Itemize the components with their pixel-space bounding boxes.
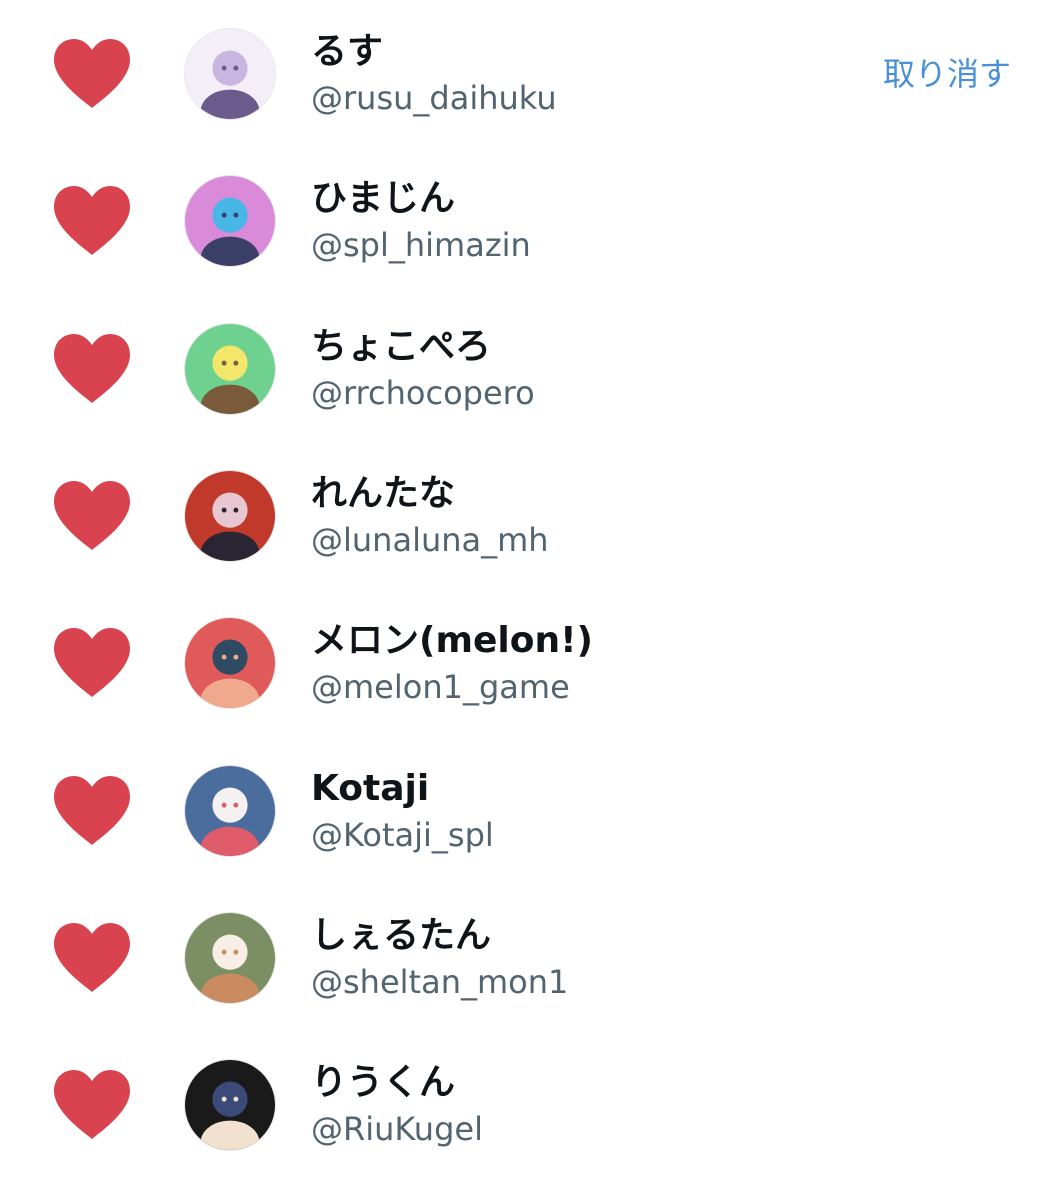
heart-icon[interactable] [52,775,132,847]
user-name[interactable]: ひまじん [311,177,455,221]
user-handle[interactable]: @sheltan_mon1 [311,962,568,1002]
heart-icon[interactable] [52,922,132,994]
user-row[interactable]: れんたな @lunaluna_mh [0,442,1057,589]
user-name[interactable]: りうくん [311,1061,455,1105]
heart-icon[interactable] [52,38,132,110]
heart-icon[interactable] [52,185,132,257]
user-name[interactable]: メロン(melon!) [311,619,593,663]
user-name[interactable]: るす [311,30,383,74]
user-row[interactable]: りうくん @RiuKugel [0,1031,1057,1178]
user-handle[interactable]: @rrchocopero [311,373,535,413]
user-row[interactable]: ちょこぺろ @rrchocopero [0,295,1057,442]
user-row[interactable]: るす @rusu_daihuku 取り消す [0,0,1057,147]
user-name[interactable]: ちょこぺろ [311,325,491,369]
avatar[interactable] [184,1059,276,1152]
user-name[interactable]: Kotaji [311,767,429,811]
user-row[interactable]: ひまじん @spl_himazin [0,147,1057,294]
user-name[interactable]: れんたな [311,472,455,516]
avatar[interactable] [184,764,276,857]
liked-by-list: るす @rusu_daihuku 取り消す ひまじん @spl_himazin ちょこぺろ… [0,0,1057,1200]
undo-button[interactable]: 取り消す [883,54,1011,94]
user-name[interactable]: しぇるたん [311,914,491,958]
user-handle[interactable]: @Kotaji_spl [311,815,494,855]
heart-icon[interactable] [52,333,132,405]
avatar[interactable] [184,911,276,1004]
user-row[interactable]: メロン(melon!) @melon1_game [0,589,1057,736]
user-handle[interactable]: @lunaluna_mh [311,520,549,560]
user-handle[interactable]: @melon1_game [311,667,570,707]
avatar[interactable] [184,469,276,562]
heart-icon[interactable] [52,480,132,552]
user-handle[interactable]: @spl_himazin [311,225,531,265]
user-row[interactable]: しぇるたん @sheltan_mon1 [0,884,1057,1031]
avatar[interactable] [184,617,276,710]
user-row[interactable]: Kotaji @Kotaji_spl [0,737,1057,884]
heart-icon[interactable] [52,1069,132,1141]
heart-icon[interactable] [52,627,132,699]
user-handle[interactable]: @RiuKugel [311,1109,483,1149]
avatar[interactable] [184,28,276,120]
user-handle[interactable]: @rusu_daihuku [311,78,557,118]
avatar[interactable] [184,175,276,268]
avatar[interactable] [184,322,276,415]
